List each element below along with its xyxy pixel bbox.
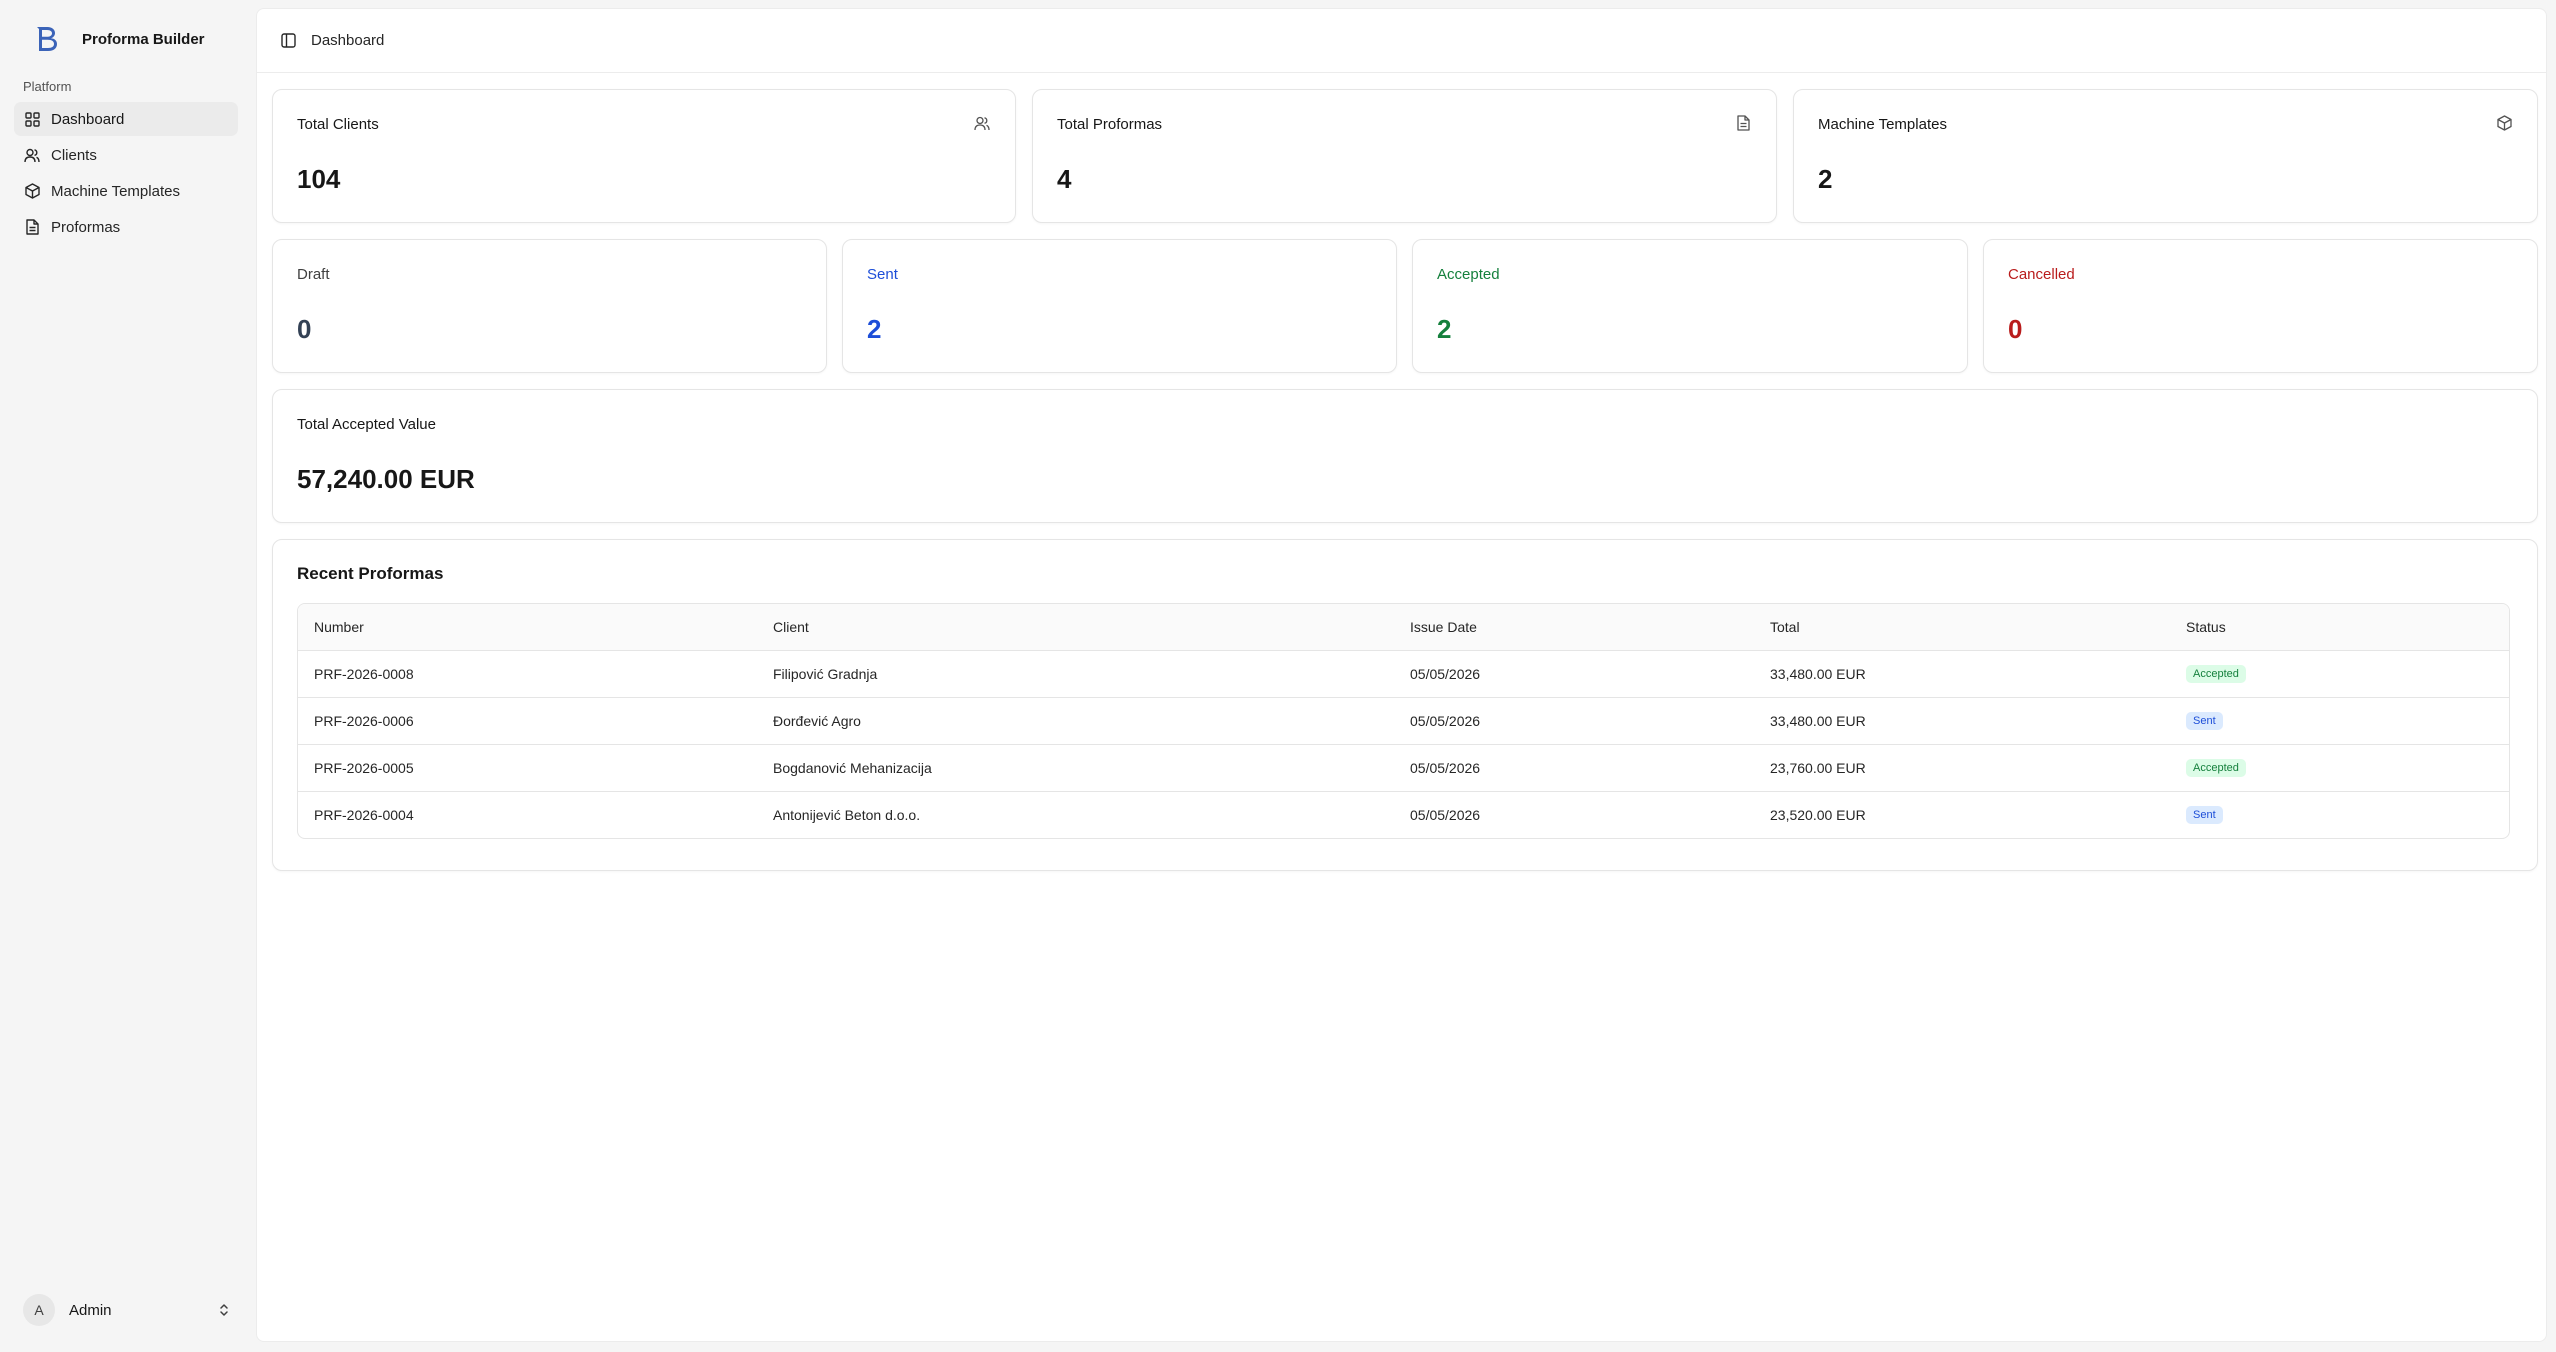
cell-total: 33,480.00 EUR (1770, 665, 1866, 682)
cell-issue-date: 05/05/2026 (1410, 665, 1481, 682)
sidebar-item-label: Proformas (51, 218, 121, 236)
table-row[interactable]: PRF-2026-0005 Bogdanović Mehanizacija 05… (298, 744, 2509, 791)
cell-status: Sent (2170, 791, 2509, 838)
users-icon (973, 114, 991, 132)
status-value: 0 (297, 314, 312, 344)
table-row[interactable]: PRF-2026-0006 Đorđević Agro 05/05/2026 3… (298, 697, 2509, 744)
status-value: 2 (1437, 314, 1452, 344)
cell-client: Antonijević Beton d.o.o. (773, 806, 921, 823)
stat-label: Total Clients (297, 116, 379, 133)
stat-label: Total Proformas (1057, 116, 1163, 133)
sidebar-item-machine-templates[interactable]: Machine Templates (14, 174, 238, 208)
brand-logo-icon (30, 22, 64, 56)
stat-label: Machine Templates (1818, 116, 1947, 133)
status-badge: Sent (2186, 806, 2223, 825)
nav-group-label: Platform (23, 79, 72, 94)
users-icon (23, 146, 41, 164)
cell-client: Filipović Gradnja (773, 665, 878, 682)
stat-value: 2 (1818, 164, 1833, 194)
sidebar-nav: Dashboard Clients Machine Templates Prof… (14, 102, 238, 246)
cell-number: PRF-2026-0004 (314, 806, 414, 823)
status-card-cancelled: Cancelled 0 (1983, 239, 2538, 373)
column-header-status: Status (2186, 618, 2226, 635)
cell-number: PRF-2026-0006 (314, 712, 414, 729)
cell-total: 23,760.00 EUR (1770, 759, 1866, 776)
cell-issue-date: 05/05/2026 (1410, 806, 1481, 823)
box-icon (23, 182, 41, 200)
status-badge: Accepted (2186, 665, 2246, 683)
main-panel: Dashboard Total Clients 104 Total Profor… (256, 8, 2547, 1342)
stat-value: 4 (1057, 164, 1072, 194)
grid-icon (23, 110, 41, 128)
stat-card-total-clients: Total Clients 104 (272, 89, 1016, 223)
status-card-sent: Sent 2 (842, 239, 1397, 373)
sidebar-item-proformas[interactable]: Proformas (14, 210, 238, 244)
cell-issue-date: 05/05/2026 (1410, 712, 1481, 729)
user-name: Admin (69, 1301, 112, 1319)
status-label: Accepted (1437, 266, 1500, 283)
box-icon (2495, 114, 2513, 132)
table-header-row: Number Client Issue Date Total Status (298, 604, 2509, 650)
cell-client: Bogdanović Mehanizacija (773, 759, 932, 776)
table-row[interactable]: PRF-2026-0008 Filipović Gradnja 05/05/20… (298, 650, 2509, 697)
topbar: Dashboard (257, 9, 2546, 73)
brand-name: Proforma Builder (82, 30, 205, 48)
brand[interactable]: Proforma Builder (30, 22, 205, 56)
user-menu[interactable]: A Admin (14, 1290, 238, 1330)
status-value: 2 (867, 314, 882, 344)
status-badge: Accepted (2186, 759, 2246, 777)
avatar: A (23, 1294, 55, 1326)
chevrons-up-down-icon (216, 1302, 232, 1318)
sidebar-item-label: Dashboard (51, 110, 125, 128)
status-card-draft: Draft 0 (272, 239, 827, 373)
stat-card-total-proformas: Total Proformas 4 (1032, 89, 1777, 223)
column-header-total: Total (1770, 618, 1800, 635)
status-label: Cancelled (2008, 266, 2075, 283)
sidebar-item-label: Machine Templates (51, 182, 180, 200)
recent-proformas-card: Recent Proformas Number Client Issue Dat… (272, 539, 2538, 871)
sidebar: Proforma Builder Platform Dashboard Clie… (0, 0, 254, 1352)
sidebar-item-dashboard[interactable]: Dashboard (14, 102, 238, 136)
accepted-value-card: Total Accepted Value 57,240.00 EUR (272, 389, 2538, 523)
column-header-number: Number (314, 618, 364, 635)
sidebar-item-label: Clients (51, 146, 97, 164)
status-badge: Sent (2186, 712, 2223, 730)
recent-proformas-title: Recent Proformas (297, 564, 444, 583)
status-label: Draft (297, 266, 330, 283)
cell-total: 33,480.00 EUR (1770, 712, 1866, 729)
cell-total: 23,520.00 EUR (1770, 806, 1866, 823)
breadcrumb: Dashboard (311, 32, 385, 49)
stat-value: 104 (297, 164, 341, 194)
sidebar-toggle-icon[interactable] (273, 26, 303, 56)
status-card-accepted: Accepted 2 (1412, 239, 1968, 373)
status-label: Sent (867, 266, 898, 283)
cell-status: Accepted (2170, 650, 2509, 697)
column-header-client: Client (773, 618, 809, 635)
file-icon (23, 218, 41, 236)
cell-status: Sent (2170, 697, 2509, 744)
cell-client: Đorđević Agro (773, 712, 861, 729)
sidebar-item-clients[interactable]: Clients (14, 138, 238, 172)
stat-card-machine-templates: Machine Templates 2 (1793, 89, 2538, 223)
recent-proformas-table: Number Client Issue Date Total Status PR… (297, 603, 2510, 839)
accepted-value-label: Total Accepted Value (297, 416, 436, 433)
status-value: 0 (2008, 314, 2023, 344)
cell-issue-date: 05/05/2026 (1410, 759, 1481, 776)
file-icon (1734, 114, 1752, 132)
cell-number: PRF-2026-0008 (314, 665, 414, 682)
column-header-issue-date: Issue Date (1410, 618, 1477, 635)
cell-status: Accepted (2170, 744, 2509, 791)
table-row[interactable]: PRF-2026-0004 Antonijević Beton d.o.o. 0… (298, 791, 2509, 838)
cell-number: PRF-2026-0005 (314, 759, 414, 776)
accepted-value-amount: 57,240.00 EUR (297, 464, 475, 494)
